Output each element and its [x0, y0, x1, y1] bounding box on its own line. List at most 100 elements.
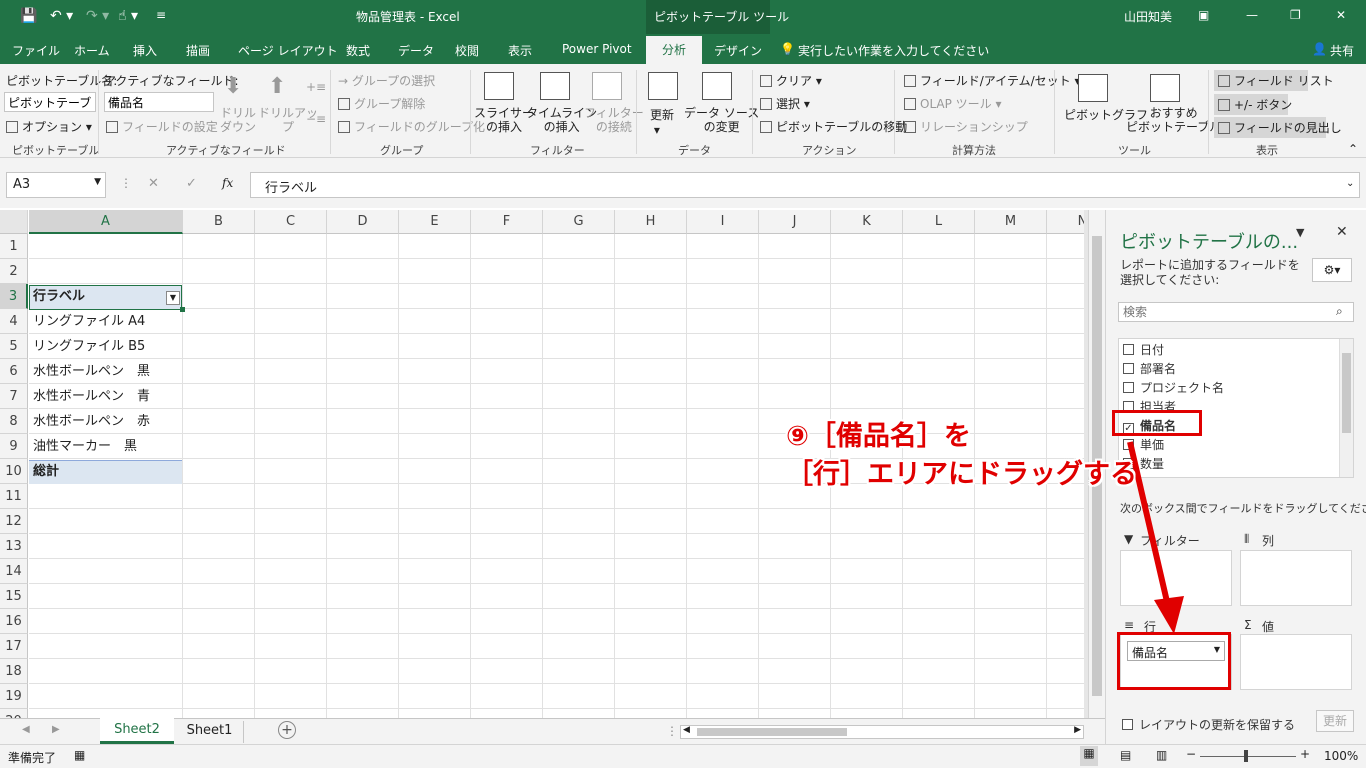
field-list-toggle[interactable]: フィールド リスト: [1214, 70, 1334, 91]
row-header[interactable]: 17: [0, 634, 28, 659]
group-field-button[interactable]: フィールドのグループ化: [338, 118, 485, 135]
row-header[interactable]: 10: [0, 459, 28, 484]
row-header[interactable]: 18: [0, 659, 28, 684]
row-header[interactable]: 4: [0, 309, 28, 334]
fill-handle[interactable]: [180, 307, 185, 312]
undo-icon[interactable]: ↶ ▾: [50, 8, 73, 24]
defer-checkbox[interactable]: [1122, 719, 1133, 730]
grand-total-label[interactable]: 総計: [29, 459, 59, 484]
sheet-tab-sheet2[interactable]: Sheet2: [100, 718, 174, 744]
field-item[interactable]: プロジェクト名: [1123, 379, 1224, 396]
column-header[interactable]: L: [903, 210, 975, 234]
field-list-scrollbar[interactable]: [1339, 339, 1353, 477]
normal-view-icon[interactable]: ▦: [1080, 746, 1098, 766]
row-header[interactable]: 16: [0, 609, 28, 634]
zoom-slider[interactable]: [1200, 756, 1296, 757]
columns-drop-area[interactable]: [1240, 550, 1352, 606]
field-list-scroll-thumb[interactable]: [1342, 353, 1351, 433]
row-header[interactable]: 2: [0, 259, 28, 284]
column-header[interactable]: G: [543, 210, 615, 234]
tab-power-pivot[interactable]: Power Pivot: [562, 42, 632, 56]
row-header[interactable]: 12: [0, 509, 28, 534]
select-button[interactable]: 選択 ▾: [760, 95, 810, 112]
collapse-field-icon[interactable]: −≡: [306, 112, 326, 126]
row-header[interactable]: 11: [0, 484, 28, 509]
row-header[interactable]: 6: [0, 359, 28, 384]
row-header[interactable]: 3: [0, 284, 28, 309]
expand-field-icon[interactable]: +≡: [306, 80, 326, 94]
pivot-row-item[interactable]: 油性マーカー 黒: [29, 434, 137, 459]
change-data-source-button[interactable]: データ ソース の変更: [684, 106, 759, 134]
active-field-input[interactable]: [104, 92, 214, 112]
defer-update-option[interactable]: レイアウトの更新を保留する: [1122, 716, 1295, 733]
row-header[interactable]: 19: [0, 684, 28, 709]
tell-me-box[interactable]: 実行したい作業を入力してください: [798, 42, 989, 59]
drill-down-button[interactable]: ドリル ダウン: [220, 106, 256, 134]
row-header[interactable]: 8: [0, 409, 28, 434]
field-item[interactable]: 日付: [1123, 341, 1164, 358]
ribbon-display-icon[interactable]: ▣: [1198, 8, 1209, 22]
tab-review[interactable]: 校閲: [455, 42, 479, 59]
refresh-button[interactable]: 更新 ▾: [650, 106, 674, 137]
group-selection-button[interactable]: → グループの選択: [338, 72, 435, 89]
page-break-view-icon[interactable]: ▥: [1156, 748, 1167, 762]
olap-tools-button[interactable]: OLAP ツール ▾: [904, 95, 1002, 112]
cancel-icon[interactable]: ✕: [148, 176, 159, 191]
tab-formulas[interactable]: 数式: [346, 42, 370, 59]
new-sheet-icon[interactable]: +: [278, 721, 296, 739]
filter-dropdown-icon[interactable]: ▼: [166, 291, 180, 305]
zoom-level[interactable]: 100%: [1324, 749, 1358, 763]
column-header[interactable]: E: [399, 210, 471, 234]
move-pivot-button[interactable]: ピボットテーブルの移動: [760, 118, 907, 135]
insert-slicer-button[interactable]: スライサー の挿入: [474, 106, 534, 134]
column-header[interactable]: F: [471, 210, 543, 234]
zoom-out-icon[interactable]: −: [1186, 747, 1196, 761]
pivot-name-input[interactable]: [4, 92, 96, 112]
clear-button[interactable]: クリア ▾: [760, 72, 822, 89]
buttons-toggle[interactable]: +/- ボタン: [1214, 94, 1292, 115]
field-settings-button[interactable]: フィールドの設定: [106, 118, 218, 135]
macro-record-icon[interactable]: ▦: [74, 748, 85, 762]
horizontal-scroll-thumb[interactable]: [697, 728, 847, 736]
filter-connections-button[interactable]: フィルター の接続: [584, 106, 644, 134]
column-header[interactable]: A: [29, 210, 183, 234]
recommended-pivot-button[interactable]: おすすめ ピボットテーブル: [1126, 106, 1221, 134]
column-header[interactable]: B: [183, 210, 255, 234]
pivot-row-item[interactable]: 水性ボールペン 赤: [29, 409, 150, 434]
gear-icon[interactable]: ⚙▾: [1312, 258, 1352, 282]
tab-data[interactable]: データ: [398, 42, 434, 59]
scroll-left-icon[interactable]: ◀: [683, 725, 690, 735]
column-header[interactable]: D: [327, 210, 399, 234]
expand-formula-icon[interactable]: ⌄: [1346, 178, 1354, 189]
relationships-button[interactable]: リレーションシップ: [904, 118, 1028, 135]
field-checkbox[interactable]: [1123, 363, 1134, 374]
zoom-in-icon[interactable]: +: [1300, 747, 1310, 761]
column-header[interactable]: I: [687, 210, 759, 234]
select-all-corner[interactable]: [0, 210, 28, 234]
scroll-right-icon[interactable]: ▶: [1074, 725, 1081, 735]
row-header[interactable]: 20: [0, 709, 28, 718]
close-icon[interactable]: ✕: [1336, 8, 1346, 22]
options-button[interactable]: オプション ▾: [6, 118, 92, 135]
pane-options-icon[interactable]: ▼: [1296, 226, 1304, 239]
column-header[interactable]: J: [759, 210, 831, 234]
pivot-row-item[interactable]: リングファイル B5: [29, 334, 145, 359]
tab-file[interactable]: ファイル: [12, 42, 60, 59]
row-header[interactable]: 7: [0, 384, 28, 409]
horizontal-scrollbar[interactable]: ◀ ▶: [680, 725, 1084, 739]
prev-sheet-icon[interactable]: ◀: [22, 724, 30, 735]
customize-qat-icon[interactable]: ≡: [156, 8, 166, 22]
pane-close-icon[interactable]: ✕: [1336, 224, 1348, 240]
tab-design[interactable]: デザイン: [714, 42, 762, 59]
redo-icon[interactable]: ↷ ▾: [86, 8, 109, 24]
tab-view[interactable]: 表示: [508, 42, 532, 59]
tab-split-handle[interactable]: ⋮: [666, 724, 678, 738]
row-header[interactable]: 13: [0, 534, 28, 559]
column-header[interactable]: N: [1047, 210, 1088, 234]
tab-analyze[interactable]: 分析: [646, 36, 702, 64]
formula-bar-handle[interactable]: ⋮: [120, 176, 132, 190]
save-icon[interactable]: 💾: [20, 8, 37, 24]
field-checkbox[interactable]: [1123, 344, 1134, 355]
share-button[interactable]: 共有: [1330, 42, 1354, 59]
row-header[interactable]: 14: [0, 559, 28, 584]
